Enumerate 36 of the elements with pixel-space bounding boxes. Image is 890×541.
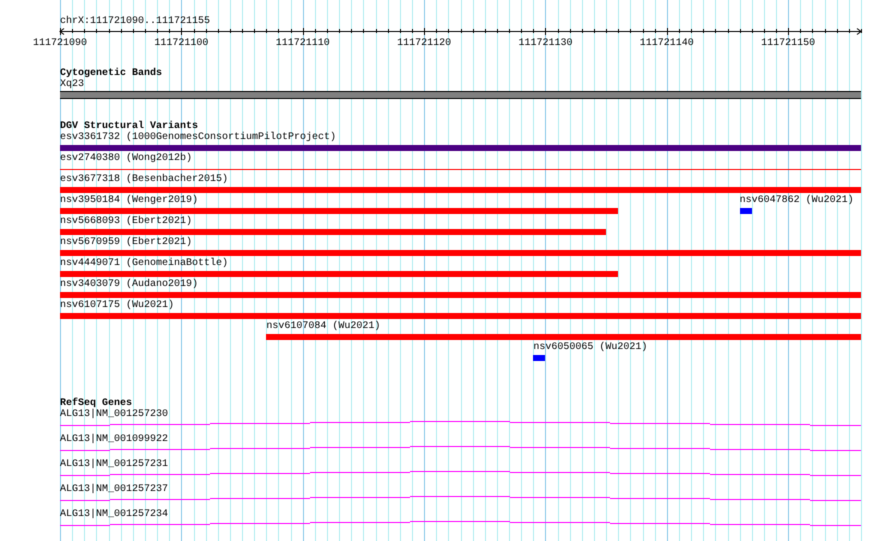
variant-label[interactable]: esv3361732 (1000GenomesConsortiumPilotProject) — [60, 132, 336, 143]
variant-bar[interactable] — [740, 208, 752, 214]
tick-label: 111721150 — [761, 38, 816, 47]
variant-label[interactable]: nsv3950184 (Wenger2019) — [60, 195, 198, 206]
band-label: Xq23 — [60, 79, 84, 90]
gene-label[interactable]: ALG13|NM_001257231 — [60, 459, 168, 470]
track-title: DGV Structural Variants — [60, 121, 198, 132]
variant-label[interactable]: nsv6107175 (Wu2021) — [60, 300, 174, 311]
location-label: chrX:111721090..111721155 — [60, 16, 210, 27]
variant-label[interactable]: nsv5668093 (Ebert2021) — [60, 216, 192, 227]
variant-label[interactable]: nsv4449071 (GenomeinaBottle) — [60, 258, 228, 269]
tick-label: 111721130 — [518, 38, 572, 47]
tick-label: 111721120 — [397, 38, 452, 47]
gene-model-line[interactable] — [60, 471, 861, 476]
track-title: RefSeq Genes — [60, 398, 132, 409]
variant-label[interactable]: nsv6107084 (Wu2021) — [266, 321, 380, 332]
gene-model-line[interactable] — [60, 446, 861, 451]
gene-label[interactable]: ALG13|NM_001099922 — [60, 434, 168, 445]
variant-label[interactable]: nsv6047862 (Wu2021) — [740, 195, 854, 206]
variant-label[interactable]: esv3677318 (Besenbacher2015) — [60, 174, 228, 185]
gene-label[interactable]: ALG13|NM_001257230 — [60, 409, 168, 420]
variant-label[interactable]: nsv6050065 (Wu2021) — [533, 342, 648, 353]
tick-label: 111721100 — [154, 38, 208, 47]
variant-label[interactable]: nsv5670959 (Ebert2021) — [60, 237, 192, 248]
variant-bar[interactable] — [533, 355, 546, 361]
gene-model-line[interactable] — [60, 496, 861, 501]
tick-label: 111721140 — [640, 38, 694, 47]
gene-label[interactable]: ALG13|NM_001257237 — [60, 484, 168, 495]
track-title: Cytogenetic Bands — [60, 68, 162, 79]
variant-label[interactable]: esv2740380 (Wong2012b) — [60, 153, 192, 164]
gene-model-line[interactable] — [60, 421, 861, 426]
tick-label: 111721110 — [276, 38, 330, 47]
gene-model-line[interactable] — [60, 521, 861, 526]
gene-label[interactable]: ALG13|NM_001257234 — [60, 509, 168, 520]
variant-label[interactable]: nsv3403079 (Audano2019) — [60, 279, 198, 290]
tick-label: 111721090 — [33, 38, 87, 47]
